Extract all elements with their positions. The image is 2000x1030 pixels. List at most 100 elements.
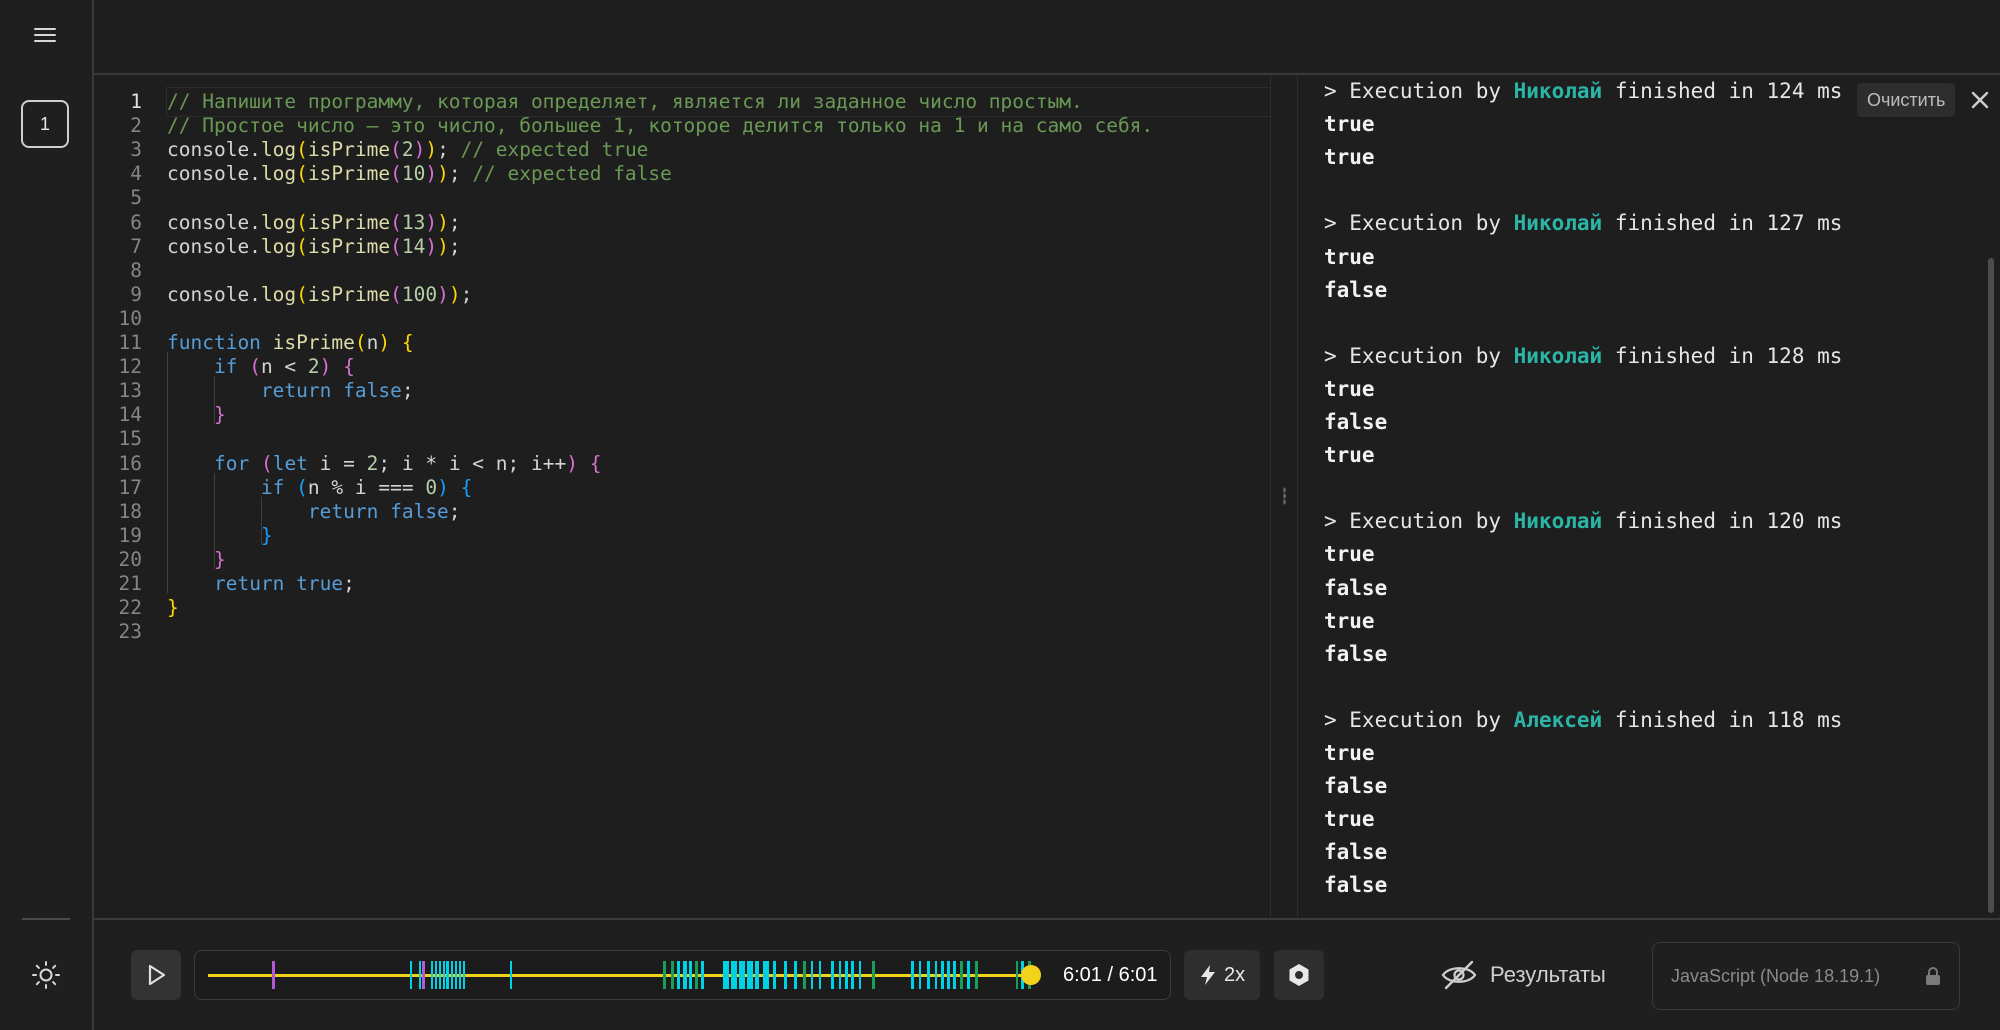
timeline-event-mark (459, 961, 461, 989)
output-value: true (1324, 608, 1375, 633)
indent-guide (167, 352, 168, 594)
room-number-badge[interactable]: 1 (21, 100, 69, 148)
output-value: true (1324, 376, 1375, 401)
timeline-event-mark (510, 961, 512, 989)
timeline-event-mark (431, 961, 433, 989)
output-value: false (1324, 575, 1388, 600)
sun-icon[interactable] (26, 958, 66, 992)
output-value: true (1324, 112, 1375, 137)
code-editor[interactable]: 1// Напишите программу, которая определя… (94, 75, 1270, 918)
timeline-event-mark (911, 961, 914, 989)
timeline-event-mark (794, 961, 797, 989)
timeline-event-mark (763, 961, 769, 989)
timeline-event-mark (435, 961, 437, 989)
timeline-event-mark (1016, 961, 1018, 989)
timeline-event-mark (919, 961, 921, 989)
time-readout: 6:01 / 6:01 (1063, 964, 1158, 986)
left-sidebar: 1 (0, 0, 94, 1030)
timeline-event-mark (410, 961, 412, 989)
timeline-event-mark (773, 961, 776, 989)
output-value: false (1324, 641, 1388, 666)
output-value: true (1324, 542, 1375, 567)
eye-off-icon (1441, 960, 1477, 990)
timeline-event-mark (953, 961, 956, 989)
user-name: Алексей (1513, 707, 1603, 732)
hamburger-menu-icon[interactable] (28, 20, 64, 50)
timeline-event-mark (451, 961, 453, 989)
execution-header: > Execution by Алексей finished in 118 m… (1324, 707, 1843, 732)
timeline-event-mark (819, 961, 821, 989)
timeline-event-mark (731, 961, 737, 989)
timeline-playhead[interactable] (1021, 965, 1041, 985)
console-scrollbar[interactable] (1988, 258, 1994, 913)
timeline-event-mark (463, 961, 465, 989)
output-value: false (1324, 410, 1388, 434)
timeline-event-mark (455, 961, 457, 989)
top-bar (94, 0, 2000, 75)
indent-guide (214, 376, 215, 425)
timeline-event-mark (723, 961, 729, 989)
output-value: true (1324, 807, 1375, 832)
timeline-event-mark (960, 961, 963, 989)
timeline-event-mark (422, 961, 425, 989)
timeline-event-mark (935, 961, 937, 989)
timeline-event-mark (701, 961, 704, 989)
user-name: Николай (1513, 79, 1603, 103)
timeline-event-mark (446, 961, 449, 989)
timeline-event-mark (683, 961, 687, 989)
timeline-event-mark (851, 961, 854, 989)
timeline-event-mark (803, 961, 806, 989)
lightning-icon (1201, 965, 1215, 985)
settings-button[interactable] (1274, 950, 1324, 1000)
hexagon-settings-icon (1289, 964, 1309, 986)
timeline-event-mark (689, 961, 692, 989)
timeline-event-mark (975, 961, 978, 989)
output-value: false (1324, 873, 1388, 898)
clear-console-button[interactable]: Очистить (1857, 83, 1956, 117)
output-value: true (1324, 443, 1375, 468)
playback-speed-button[interactable]: 2x (1184, 950, 1260, 1000)
indent-guide (261, 496, 262, 545)
language-selector[interactable]: JavaScript (Node 18.19.1) (1652, 942, 1960, 1010)
timeline-event-mark (839, 961, 841, 989)
timeline-event-mark (272, 961, 275, 989)
execution-header: > Execution by Николай finished in 124 m… (1324, 79, 1843, 103)
execution-header: > Execution by Николай finished in 127 m… (1324, 211, 1843, 236)
output-value: true (1324, 145, 1375, 170)
results-toggle-button[interactable]: Результаты (1436, 950, 1616, 1000)
user-name: Николай (1513, 211, 1603, 236)
play-icon (148, 964, 166, 986)
output-value: true (1324, 741, 1375, 765)
language-label: JavaScript (Node 18.19.1) (1671, 966, 1881, 986)
timeline-event-mark (784, 961, 787, 989)
timeline-event-mark (663, 961, 666, 989)
output-value: false (1324, 277, 1388, 302)
execution-header: > Execution by Николай finished in 128 m… (1324, 343, 1843, 368)
timeline-event-mark (927, 961, 930, 989)
code-line[interactable]: 23 (94, 617, 1270, 648)
playback-timeline[interactable]: 6:01 / 6:01 (194, 950, 1171, 1000)
results-label: Результаты (1490, 962, 1606, 987)
speed-label: 2x (1224, 964, 1246, 986)
sidebar-divider (22, 918, 70, 920)
execution-header: > Execution by Николай finished in 120 m… (1324, 509, 1843, 534)
timeline-event-mark (443, 961, 445, 989)
line-number: 23 (118, 620, 142, 644)
indent-guide (214, 472, 215, 569)
close-icon[interactable] (1968, 86, 1992, 114)
timeline-event-mark (831, 961, 834, 989)
timeline-event-mark (872, 961, 875, 989)
timeline-event-mark (739, 961, 745, 989)
panel-resize-handle[interactable] (1270, 75, 1298, 918)
timeline-event-mark (671, 961, 674, 989)
timeline-event-mark (967, 961, 970, 989)
user-name: Николай (1513, 343, 1603, 368)
timeline-event-mark (845, 961, 848, 989)
timeline-event-mark (755, 961, 759, 989)
timeline-event-mark (419, 961, 421, 989)
timeline-event-mark (439, 961, 441, 989)
play-button[interactable] (131, 950, 181, 1000)
timeline-event-mark (947, 961, 950, 989)
output-value: true (1324, 244, 1375, 269)
timeline-event-mark (677, 961, 680, 989)
